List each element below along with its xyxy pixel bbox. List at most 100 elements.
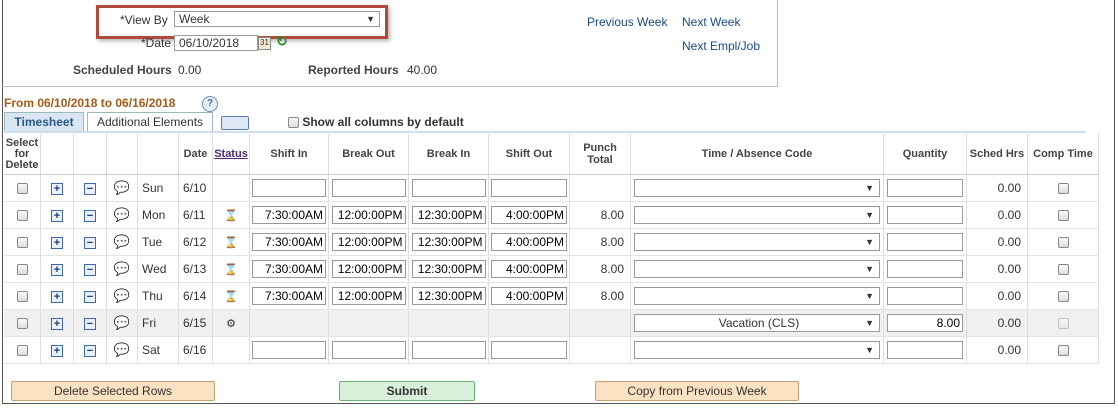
quantity-input[interactable] bbox=[887, 314, 963, 332]
refresh-icon[interactable]: ↻ bbox=[276, 33, 288, 50]
shift-in-input[interactable] bbox=[252, 233, 326, 251]
copy-from-previous-week-button[interactable]: Copy from Previous Week bbox=[595, 381, 799, 401]
select-row-checkbox[interactable] bbox=[16, 291, 28, 303]
shift-in-input[interactable] bbox=[252, 206, 326, 224]
break-out-input[interactable] bbox=[331, 206, 406, 224]
comp-time-checkbox[interactable] bbox=[1057, 264, 1069, 276]
quantity-input[interactable] bbox=[887, 206, 963, 224]
comment-icon[interactable]: 💬 bbox=[114, 342, 130, 357]
quantity-input[interactable] bbox=[887, 179, 963, 197]
comment-icon[interactable]: 💬 bbox=[114, 207, 130, 222]
shift-out-input[interactable] bbox=[491, 287, 567, 305]
time-absence-code-select[interactable]: ▼ bbox=[634, 287, 880, 305]
punch-total-cell bbox=[569, 174, 631, 202]
select-row-checkbox[interactable] bbox=[16, 318, 28, 330]
shift-out-input[interactable] bbox=[491, 206, 567, 224]
time-absence-code-select[interactable]: ▼ bbox=[634, 260, 880, 278]
comp-time-checkbox[interactable] bbox=[1057, 318, 1069, 330]
day-cell: Sat bbox=[137, 336, 179, 364]
comp-time-checkbox[interactable] bbox=[1057, 210, 1069, 222]
shift-out-input[interactable] bbox=[491, 260, 567, 278]
next-empl-job-link[interactable]: Next Empl/Job bbox=[682, 39, 760, 53]
tab-timesheet[interactable]: Timesheet bbox=[4, 112, 84, 132]
select-row-checkbox[interactable] bbox=[16, 264, 28, 276]
quantity-input[interactable] bbox=[887, 287, 963, 305]
day-cell: Sun bbox=[137, 174, 179, 202]
calendar-icon[interactable]: 31 bbox=[258, 37, 271, 50]
select-row-checkbox[interactable] bbox=[16, 237, 28, 249]
timesheet-grid: Select for Delete Date Status Shift In B… bbox=[4, 134, 1099, 364]
time-absence-code-select[interactable]: ▼ bbox=[634, 179, 880, 197]
quantity-input[interactable] bbox=[887, 260, 963, 278]
break-in-input[interactable] bbox=[411, 341, 486, 359]
break-in-input[interactable] bbox=[411, 287, 486, 305]
select-row-checkbox[interactable] bbox=[16, 345, 28, 357]
previous-week-link[interactable]: Previous Week bbox=[587, 15, 667, 29]
shift-in-input[interactable] bbox=[252, 341, 326, 359]
comment-icon[interactable]: 💬 bbox=[114, 180, 130, 195]
tab-additional-elements[interactable]: Additional Elements bbox=[87, 112, 213, 132]
quantity-input[interactable] bbox=[887, 233, 963, 251]
shift-in-input[interactable] bbox=[252, 287, 326, 305]
comp-time-checkbox[interactable] bbox=[1057, 291, 1069, 303]
break-out-input[interactable] bbox=[331, 341, 406, 359]
comp-time-checkbox[interactable] bbox=[1057, 183, 1069, 195]
table-row: + − 💬 Wed 6/13 ⌛ 8.00 ▼ 0.00 bbox=[4, 255, 1099, 283]
col-status: Status bbox=[212, 134, 250, 175]
break-in-input[interactable] bbox=[411, 233, 486, 251]
quantity-input[interactable] bbox=[887, 341, 963, 359]
add-row-icon[interactable]: + bbox=[51, 264, 63, 276]
table-row: + − 💬 Sat 6/16 ▼ 0.00 bbox=[4, 336, 1099, 364]
remove-row-icon[interactable]: − bbox=[84, 237, 96, 249]
add-row-icon[interactable]: + bbox=[51, 210, 63, 222]
remove-row-icon[interactable]: − bbox=[84, 318, 96, 330]
submit-button[interactable]: Submit bbox=[339, 381, 475, 401]
time-absence-code-select[interactable]: ▼ bbox=[634, 341, 880, 359]
break-in-input[interactable] bbox=[411, 260, 486, 278]
help-icon[interactable]: ? bbox=[202, 96, 218, 112]
comment-icon[interactable]: 💬 bbox=[114, 234, 130, 249]
add-row-icon[interactable]: + bbox=[51, 237, 63, 249]
break-in-input[interactable] bbox=[411, 179, 486, 197]
grid-view-icon[interactable] bbox=[221, 116, 249, 130]
time-absence-code-select[interactable]: Vacation (CLS) ▼ bbox=[634, 314, 880, 332]
remove-row-icon[interactable]: − bbox=[84, 210, 96, 222]
date-input[interactable]: 06/10/2018 bbox=[174, 35, 258, 51]
remove-row-icon[interactable]: − bbox=[84, 264, 96, 276]
show-all-columns[interactable]: Show all columns by default bbox=[288, 115, 464, 129]
remove-row-icon[interactable]: − bbox=[84, 291, 96, 303]
shift-in-input[interactable] bbox=[252, 179, 326, 197]
break-out-input[interactable] bbox=[331, 260, 406, 278]
delete-selected-rows-button[interactable]: Delete Selected Rows bbox=[11, 381, 215, 401]
time-absence-code-select[interactable]: ▼ bbox=[634, 233, 880, 251]
add-row-icon[interactable]: + bbox=[51, 318, 63, 330]
show-all-checkbox[interactable] bbox=[288, 117, 299, 129]
comment-icon[interactable]: 💬 bbox=[114, 261, 130, 276]
date-cell: 6/11 bbox=[178, 201, 213, 229]
remove-row-icon[interactable]: − bbox=[84, 183, 96, 195]
chevron-down-icon: ▼ bbox=[865, 210, 874, 220]
add-row-icon[interactable]: + bbox=[51, 345, 63, 357]
comp-time-checkbox[interactable] bbox=[1057, 345, 1069, 357]
select-row-checkbox[interactable] bbox=[16, 183, 28, 195]
break-in-input[interactable] bbox=[411, 206, 486, 224]
col-code: Time / Absence Code bbox=[630, 134, 884, 175]
next-week-link[interactable]: Next Week bbox=[682, 15, 740, 29]
break-out-input[interactable] bbox=[331, 287, 406, 305]
shift-in-input[interactable] bbox=[252, 260, 326, 278]
break-out-input[interactable] bbox=[331, 233, 406, 251]
break-out-input[interactable] bbox=[331, 179, 406, 197]
remove-row-icon[interactable]: − bbox=[84, 345, 96, 357]
status-sort-link[interactable]: Status bbox=[214, 148, 248, 160]
shift-out-input[interactable] bbox=[491, 233, 567, 251]
add-row-icon[interactable]: + bbox=[51, 183, 63, 195]
comment-icon[interactable]: 💬 bbox=[114, 288, 130, 303]
comment-icon[interactable]: 💬 bbox=[114, 315, 130, 330]
shift-out-input[interactable] bbox=[491, 341, 567, 359]
col-quantity: Quantity bbox=[883, 134, 967, 175]
time-absence-code-select[interactable]: ▼ bbox=[634, 206, 880, 224]
add-row-icon[interactable]: + bbox=[51, 291, 63, 303]
shift-out-input[interactable] bbox=[491, 179, 567, 197]
select-row-checkbox[interactable] bbox=[16, 210, 28, 222]
comp-time-checkbox[interactable] bbox=[1057, 237, 1069, 249]
